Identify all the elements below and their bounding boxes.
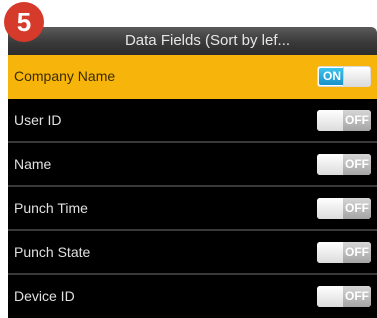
list-item-punch-state[interactable]: Punch State OFF <box>8 231 377 275</box>
toggle-state-label: OFF <box>343 154 371 175</box>
toggle-switch[interactable]: OFF <box>317 286 371 307</box>
list-item-user-id[interactable]: User ID OFF <box>8 99 377 143</box>
page-title: Data Fields (Sort by lef... <box>124 32 291 49</box>
toggle-knob <box>317 110 343 131</box>
list-item-punch-time[interactable]: Punch Time OFF <box>8 187 377 231</box>
toggle-knob <box>343 67 370 86</box>
list-item-name[interactable]: Name OFF <box>8 143 377 187</box>
toggle-knob <box>317 198 343 219</box>
title-bar: Data Fields (Sort by lef... <box>8 27 377 55</box>
toggle-state-label: OFF <box>343 198 371 219</box>
toggle-switch[interactable]: OFF <box>317 154 371 175</box>
list-item-label: User ID <box>14 112 62 128</box>
list-item-label: Device ID <box>14 288 75 304</box>
toggle-knob <box>317 154 343 175</box>
toggle-state-label: OFF <box>343 286 371 307</box>
list-item-label: Punch State <box>14 244 91 260</box>
list-item-device-id[interactable]: Device ID OFF <box>8 275 377 317</box>
data-fields-list: Company Name ON User ID OFF Name OFF Pun… <box>8 55 377 318</box>
toggle-switch[interactable]: OFF <box>317 198 371 219</box>
toggle-switch[interactable]: OFF <box>317 242 371 263</box>
toggle-switch[interactable]: OFF <box>317 110 371 131</box>
toggle-switch[interactable]: ON <box>317 66 371 87</box>
toggle-state-label: OFF <box>343 242 371 263</box>
step-number-badge: 5 <box>4 2 44 42</box>
list-item-label: Company Name <box>14 68 116 84</box>
screen: 5 Data Fields (Sort by lef... Company Na… <box>0 0 377 318</box>
toggle-state-label: ON <box>319 68 345 85</box>
list-item-company-name[interactable]: Company Name ON <box>8 55 377 99</box>
list-item-label: Name <box>14 156 52 172</box>
toggle-knob <box>317 242 343 263</box>
toggle-state-label: OFF <box>343 110 371 131</box>
toggle-knob <box>317 286 343 307</box>
list-item-label: Punch Time <box>14 200 88 216</box>
